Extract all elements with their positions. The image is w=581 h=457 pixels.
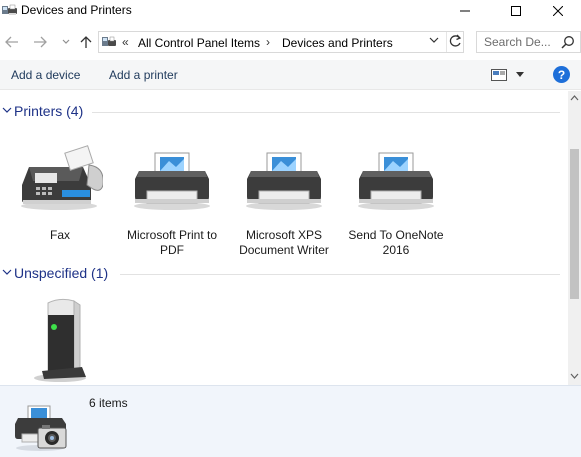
chevron-down-icon <box>2 105 12 117</box>
search-input[interactable] <box>477 32 555 52</box>
command-bar: Add a device Add a printer ? <box>0 60 581 90</box>
group-label: Unspecified (1) <box>14 265 109 281</box>
device-name: Send To OneNote 2016 <box>348 228 444 257</box>
back-button[interactable] <box>4 34 20 50</box>
maximize-icon <box>511 6 521 16</box>
control-panel-icon <box>102 36 116 46</box>
search-box[interactable] <box>476 31 581 53</box>
breadcrumb-separator[interactable]: › <box>266 35 270 49</box>
caret-down-icon <box>516 72 524 77</box>
printer-icon <box>117 141 227 211</box>
forward-arrow-icon <box>34 36 47 48</box>
refresh-icon <box>449 34 462 47</box>
window-title: Devices and Printers <box>21 3 132 17</box>
chevron-down-icon <box>62 39 70 44</box>
recent-locations-button[interactable] <box>58 34 74 50</box>
group-label: Printers (4) <box>14 103 84 119</box>
printer-icon <box>229 141 339 211</box>
scroll-down-button[interactable] <box>570 371 579 381</box>
device-name: Microsoft XPS Document Writer <box>239 228 329 257</box>
back-arrow-icon <box>5 36 18 48</box>
chevron-up-icon <box>570 95 579 101</box>
close-icon <box>553 6 563 16</box>
address-dropdown-button[interactable] <box>429 35 439 46</box>
search-icon <box>561 36 574 49</box>
title-bar: Devices and Printers <box>0 0 581 22</box>
forward-button[interactable] <box>32 34 48 50</box>
refresh-button[interactable] <box>449 34 462 51</box>
devices-list: Printers (4) Fax Microsoft Print to PDF … <box>0 91 568 385</box>
breadcrumb-devices-and-printers[interactable]: Devices and Printers <box>282 36 393 50</box>
scroll-up-button[interactable] <box>570 93 579 103</box>
change-view-icon[interactable] <box>491 69 507 81</box>
address-bar[interactable]: « All Control Panel Items › Devices and … <box>98 31 464 53</box>
add-printer-button[interactable]: Add a printer <box>109 68 178 82</box>
devices-printers-app-icon <box>2 4 17 15</box>
computer-tower-icon <box>5 297 115 383</box>
minimize-icon <box>460 10 470 12</box>
chevron-down-icon <box>2 267 12 279</box>
item-count: 6 items <box>89 396 128 410</box>
device-name: Microsoft Print to PDF <box>126 228 218 257</box>
help-icon[interactable]: ? <box>553 66 570 83</box>
chevron-down-icon <box>429 37 439 43</box>
breadcrumb-all-control-panel-items[interactable]: All Control Panel Items <box>138 36 260 50</box>
printer-camera-icon <box>15 405 67 451</box>
fax-icon <box>5 141 115 211</box>
vertical-scrollbar[interactable] <box>568 91 581 385</box>
minimize-button[interactable] <box>442 0 488 22</box>
maximize-button[interactable] <box>493 0 539 22</box>
up-arrow-icon <box>80 36 92 48</box>
navigation-bar: « All Control Panel Items › Devices and … <box>0 26 581 58</box>
printer-icon <box>341 141 451 211</box>
device-name: Fax <box>49 228 70 242</box>
add-device-button[interactable]: Add a device <box>11 68 80 82</box>
group-divider <box>120 274 560 275</box>
details-pane: 6 items <box>0 385 581 457</box>
close-button[interactable] <box>535 0 581 22</box>
scroll-thumb[interactable] <box>570 149 579 299</box>
chevron-down-icon <box>570 373 579 379</box>
printers-group-header[interactable]: Printers (4) <box>0 101 560 123</box>
view-options-dropdown[interactable] <box>516 69 524 79</box>
breadcrumb-overflow[interactable]: « <box>122 35 129 49</box>
up-button[interactable] <box>78 34 94 50</box>
address-divider <box>446 32 447 52</box>
unspecified-group-header[interactable]: Unspecified (1) <box>0 263 560 285</box>
group-divider <box>92 112 560 113</box>
